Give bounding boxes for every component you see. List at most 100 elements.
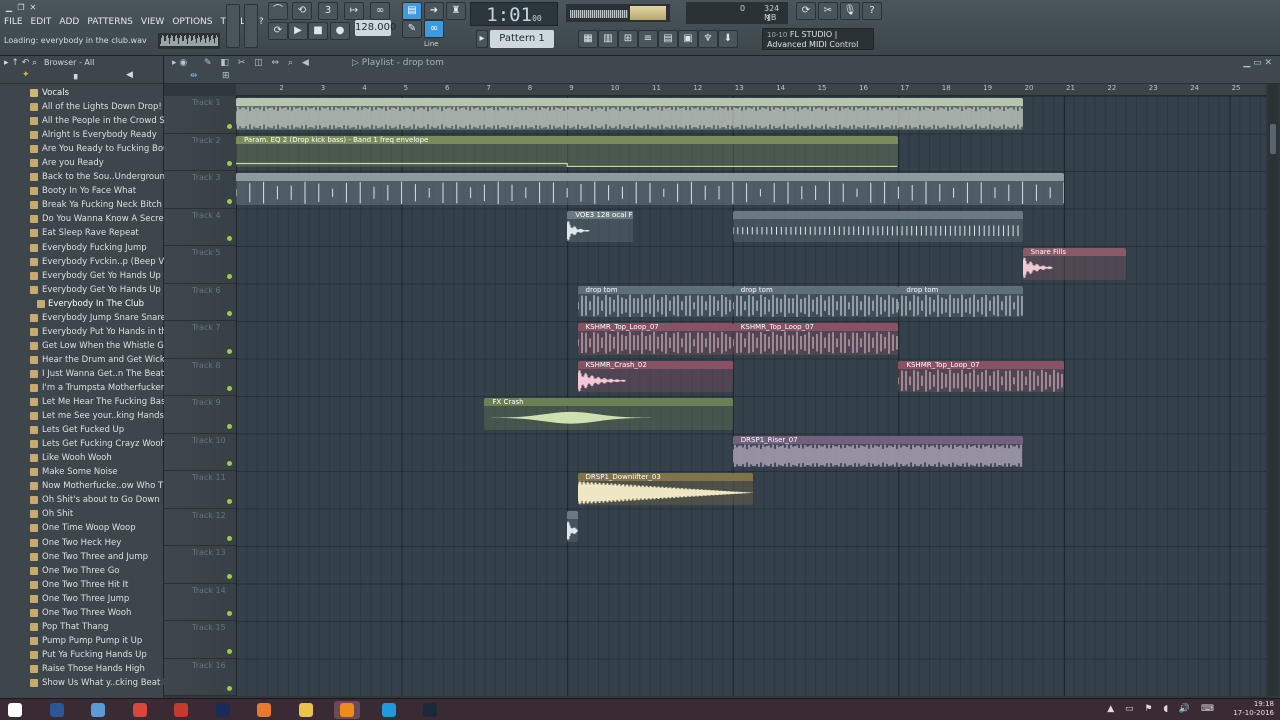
playlist-window-controls[interactable]: ▁ ▭ ✕ xyxy=(1243,58,1272,68)
vertical-scrollbar[interactable] xyxy=(1268,84,1278,696)
playlist-clip[interactable] xyxy=(236,173,1064,205)
snap-mode[interactable]: Line xyxy=(424,40,439,48)
menu-item-view[interactable]: VIEW xyxy=(141,16,164,28)
mixer-icon[interactable]: ≡ xyxy=(638,30,658,48)
pattern-prev-icon[interactable]: ▸ xyxy=(476,30,488,48)
browser-item[interactable]: Alright Is Everybody Ready xyxy=(0,128,164,142)
menu-item-patterns[interactable]: PATTERNS xyxy=(87,16,133,28)
media-icon[interactable] xyxy=(85,701,111,719)
playlist-clip[interactable] xyxy=(567,510,578,542)
help-icon[interactable]: ? xyxy=(862,2,882,20)
system-tray-icons[interactable]: ▲ ▭ ⚑ ◖ 🔊 ⌨ xyxy=(1107,704,1218,714)
browser-item[interactable]: Do You Wanna Know A Secret xyxy=(0,212,164,226)
track-enable-led[interactable] xyxy=(227,311,232,316)
taskbar-clock[interactable]: 19:18 17-10-2016 xyxy=(1233,700,1274,718)
browser-item[interactable]: Booty In Yo Face What xyxy=(0,184,164,198)
track-enable-led[interactable] xyxy=(227,686,232,691)
browser-item[interactable]: Everybody Get Yo Hands Up v2 xyxy=(0,269,164,283)
play-button[interactable]: ▶ xyxy=(288,22,308,40)
track-header[interactable]: Track 6 xyxy=(164,283,236,321)
playlist-clip[interactable]: drop tom xyxy=(732,285,899,317)
track-enable-led[interactable] xyxy=(227,198,232,204)
browser-item[interactable]: One Two Heck Hey xyxy=(0,536,164,550)
playlist-tools-icons[interactable]: ✎ ◧ ✂ ◫ ⇔ ⌕ ◀ xyxy=(204,58,312,68)
track-header[interactable]: Track 11 xyxy=(164,471,236,509)
playlist-clip[interactable]: DRSP1_Downlifter_03 xyxy=(577,473,754,505)
track-header[interactable]: Track 12 xyxy=(164,508,236,546)
track-enable-led[interactable] xyxy=(227,648,232,654)
browser-item[interactable]: Like Wooh Wooh xyxy=(0,451,164,465)
browser-item[interactable]: Lets Get Fucked Up xyxy=(0,423,164,437)
browser-nav-icons[interactable]: ▸ ↑ ↶ ⌕ xyxy=(4,58,37,68)
track-header[interactable]: Track 14 xyxy=(164,583,236,621)
track-enable-led[interactable] xyxy=(227,536,232,541)
file-icon[interactable]: ▖ xyxy=(74,70,81,80)
playlist-clip[interactable]: KSHMR_Crash_02 xyxy=(577,360,733,392)
browser-item[interactable]: Raise Those Hands High xyxy=(0,662,164,676)
tempo-display[interactable]: 128.000 xyxy=(355,20,396,36)
arrangement-grid[interactable]: Param. EQ 2 (Drop kick bass) - Band 1 fr… xyxy=(236,96,1266,696)
word-icon[interactable] xyxy=(44,701,70,719)
cut-icon[interactable]: ✂ xyxy=(818,2,838,20)
playlist-clip[interactable]: DRSP1_Riser_07 xyxy=(732,435,1023,467)
menu-item-edit[interactable]: EDIT xyxy=(31,16,52,28)
playlist-clip[interactable] xyxy=(236,98,1023,130)
browser-item[interactable]: I Just Wanna Get..n The Beat Drops xyxy=(0,367,164,381)
playlist-icon[interactable]: ▦ xyxy=(578,30,598,48)
browser-item[interactable]: Get Low When the Whistle Go xyxy=(0,339,164,353)
playlist-clip[interactable]: KSHMR_Top_Loop_07 xyxy=(577,323,733,355)
restore-icon[interactable]: ❐ xyxy=(16,3,26,13)
browser-item[interactable]: Let Me Hear The Fucking Bass xyxy=(0,395,164,409)
record-mode-icon[interactable]: ⟳ xyxy=(268,22,288,40)
browser-item[interactable]: Show Us What y..cking Beat Drops xyxy=(0,676,164,690)
track-enable-led[interactable] xyxy=(227,161,232,166)
link-icon[interactable]: ∞ xyxy=(424,20,444,38)
timeline-ruler[interactable]: 2 3 4 5 6 7 8 9 10 11 12 13 14 15 16 17 18 19 20 21 22 23 24 25 xyxy=(236,84,1266,96)
playlist-clip[interactable]: Param. EQ 2 (Drop kick bass) - Band 1 fr… xyxy=(236,135,899,167)
track-enable-led[interactable] xyxy=(227,123,232,129)
photoshop-icon[interactable] xyxy=(210,701,236,719)
metronome-icon[interactable]: 3 xyxy=(318,2,338,20)
record-button[interactable]: ● xyxy=(330,22,350,40)
track-enable-led[interactable] xyxy=(227,348,232,354)
pattern-mode-icon[interactable]: ▤ xyxy=(402,2,422,20)
browser-item[interactable]: One Two Three and Jump xyxy=(0,550,164,564)
browser-item[interactable]: Everybody Put Yo Hands in the Air xyxy=(0,325,164,339)
browser-item[interactable]: Everybody Fvckin..p (Beep Version) xyxy=(0,255,164,269)
browser-item[interactable]: Put Ya Fucking Hands Up xyxy=(0,648,164,662)
step-icon[interactable]: ↦ xyxy=(344,2,364,20)
track-enable-led[interactable] xyxy=(227,386,232,391)
track-enable-led[interactable] xyxy=(227,236,232,241)
tool-icon[interactable]: ⌒ xyxy=(268,2,288,20)
playlist-menu-icon[interactable]: ▸ ◉ xyxy=(172,58,187,68)
track-header[interactable]: Track 1 xyxy=(164,96,236,134)
skype-icon[interactable] xyxy=(376,701,402,719)
browser-item[interactable]: One Two Three Jump xyxy=(0,592,164,606)
playlist-clip[interactable]: Snare Fills xyxy=(1022,248,1127,280)
wait-icon[interactable]: ∞ xyxy=(370,2,390,20)
track-enable-led[interactable] xyxy=(227,273,232,279)
render-icon[interactable]: ⬇ xyxy=(718,30,738,48)
browser-icon[interactable]: ▤ xyxy=(658,30,678,48)
speaker-icon[interactable]: ◀ xyxy=(126,70,133,80)
playlist-clip[interactable]: KSHMR_Top_Loop_07 xyxy=(732,323,899,355)
track-header[interactable]: Track 16 xyxy=(164,658,236,696)
menu-item-file[interactable]: FILE xyxy=(4,16,23,28)
refresh-icon[interactable]: ⟳ xyxy=(796,2,816,20)
playlist-clip[interactable]: drop tom xyxy=(898,285,1023,317)
player-icon[interactable] xyxy=(251,701,277,719)
browser-item[interactable]: I'm a Trumpsta Motherfucker xyxy=(0,381,164,395)
browser-item[interactable]: Pump Pump Pump it Up xyxy=(0,634,164,648)
track-enable-led[interactable] xyxy=(227,573,232,579)
playlist-clip[interactable] xyxy=(732,210,1023,242)
explorer-icon[interactable] xyxy=(293,701,319,719)
browser-item[interactable]: Break Ya Fucking Neck Bitch xyxy=(0,198,164,212)
browser-item[interactable]: Back to the Sou..Underground Go xyxy=(0,170,164,184)
browser-item[interactable]: Everybody Get Yo Hands Up xyxy=(0,283,164,297)
browser-item[interactable]: All the People in the Crowd Say Go xyxy=(0,114,164,128)
song-mode-icon[interactable]: ➜ xyxy=(424,2,444,20)
track-header[interactable]: Track 10 xyxy=(164,433,236,471)
browser-item[interactable]: Pop That Thang xyxy=(0,620,164,634)
channel-rack-icon[interactable]: ⊞ xyxy=(618,30,638,48)
track-header[interactable]: Track 7 xyxy=(164,321,236,359)
